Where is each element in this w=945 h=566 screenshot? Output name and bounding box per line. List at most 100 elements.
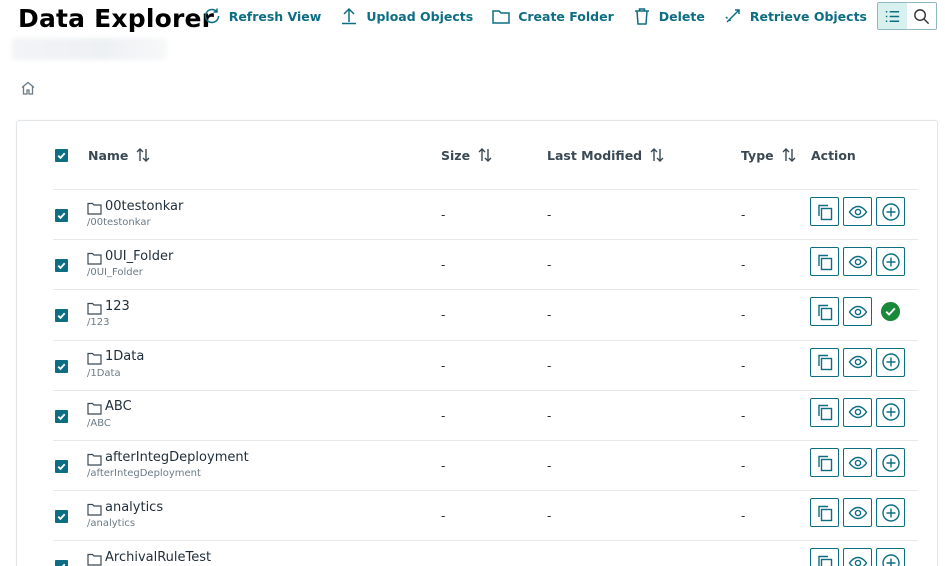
folder-path: /00testonkar [87,217,151,228]
copy-button[interactable] [810,197,839,226]
create-folder-label: Create Folder [518,8,614,24]
upload-objects-button[interactable]: Upload Objects [339,2,473,30]
copy-button[interactable] [810,498,839,528]
search-view-button[interactable] [907,3,936,29]
row-checkbox[interactable] [55,560,68,566]
copy-icon [817,304,832,321]
folder-name-link[interactable]: 00testonkar [105,199,183,214]
retrieve-objects-button[interactable]: Retrieve Objects [723,2,867,30]
table-row[interactable]: 1Data /1Data - - - [53,339,918,390]
view-toggle [877,2,937,30]
eye-icon [848,456,867,469]
table-row[interactable]: 123 /123 - - - [53,289,918,339]
preview-button[interactable] [843,397,872,427]
preview-button[interactable] [843,548,872,566]
last-modified-column-header[interactable]: Last Modified [547,141,666,169]
type-column-header[interactable]: Type [741,141,798,169]
last-modified-cell: - [547,308,552,323]
last-modified-cell: - [547,408,552,423]
copy-button[interactable] [810,297,839,327]
size-column-header[interactable]: Size [441,141,494,169]
last-modified-cell: - [547,258,552,273]
type-cell: - [741,559,745,566]
page-title: Data Explorer [18,4,215,33]
add-button[interactable] [876,247,905,277]
copy-button[interactable] [810,247,839,277]
table-row[interactable]: ABC /ABC - - - [53,389,918,440]
folder-name-link[interactable]: 0UI_Folder [105,249,173,264]
check-icon [57,262,66,270]
folder-name-link[interactable]: ABC [105,399,132,414]
name-cell: ABC /ABC [87,397,132,429]
preview-button[interactable] [843,498,872,528]
table-header: Name Size Last Modified Type Action [53,141,918,189]
preview-button[interactable] [843,448,872,477]
row-checkbox[interactable] [55,460,68,473]
row-checkbox[interactable] [55,359,68,373]
create-folder-button[interactable]: Create Folder [491,2,614,30]
preview-button[interactable] [843,347,872,377]
delete-button[interactable]: Delete [632,2,705,30]
add-button[interactable] [876,548,905,566]
sort-icon [136,148,150,162]
copy-button[interactable] [810,548,839,566]
add-button[interactable] [876,197,905,226]
home-breadcrumb[interactable] [20,80,36,96]
row-actions [810,347,909,377]
add-button[interactable] [876,448,905,477]
table-row[interactable]: analytics /analytics - - - [53,490,918,540]
select-all-checkbox-cell [55,141,68,169]
folder-name-link[interactable]: 123 [105,299,130,314]
table-row[interactable]: 0UI_Folder /0UI_Folder - - - [53,239,918,289]
folder-name-link[interactable]: afterIntegDeployment [105,450,249,465]
select-all-checkbox[interactable] [55,148,68,162]
copy-button[interactable] [810,347,839,377]
toolbar: Refresh View Upload Objects Create Folde… [202,2,937,30]
table-row[interactable]: 00testonkar /00testonkar - - - [53,189,918,239]
eye-icon [848,556,867,566]
type-cell: - [741,408,746,423]
last-modified-column-label: Last Modified [547,147,643,163]
row-actions [810,498,909,528]
row-checkbox[interactable] [55,409,68,423]
check-icon [57,152,66,159]
folder-name-link[interactable]: ArchivalRuleTest [105,550,211,565]
row-checkbox[interactable] [55,510,68,524]
plus-circle-icon [881,252,900,271]
add-button[interactable] [876,397,905,427]
add-button[interactable] [876,498,905,528]
row-actions [810,548,909,566]
row-checkbox[interactable] [55,309,68,323]
check-icon [57,463,66,471]
copy-button[interactable] [810,397,839,427]
last-modified-cell: - [547,559,551,566]
list-view-button[interactable] [878,3,907,29]
row-checkbox[interactable] [55,209,68,222]
type-cell: - [741,459,746,473]
folder-icon [87,400,102,415]
size-cell: - [441,459,446,473]
table-row[interactable]: ArchivalRuleTest /ArchivalRuleTest - - - [53,540,918,566]
folder-path: /1Data [87,367,121,379]
table-row[interactable]: afterIntegDeployment /afterIntegDeployme… [53,440,918,490]
copy-button[interactable] [810,448,839,477]
preview-button[interactable] [843,247,872,277]
plus-circle-icon [881,403,900,421]
refresh-view-button[interactable]: Refresh View [202,2,321,30]
preview-button[interactable] [843,297,872,327]
preview-button[interactable] [843,197,872,226]
folder-name-link[interactable]: analytics [105,500,163,515]
check-icon [57,363,66,370]
copy-icon [817,254,832,270]
blurred-subtitle [12,38,167,60]
folder-icon [87,350,102,365]
add-button[interactable] [876,347,905,377]
action-column-header: Action [811,141,856,169]
row-checkbox[interactable] [55,259,68,273]
folder-name-link[interactable]: 1Data [105,349,144,364]
name-cell: ArchivalRuleTest /ArchivalRuleTest [87,547,211,566]
eye-icon [848,255,867,268]
folder-path: /123 [87,317,110,329]
row-actions [810,448,909,477]
name-column-header[interactable]: Name [88,141,152,169]
